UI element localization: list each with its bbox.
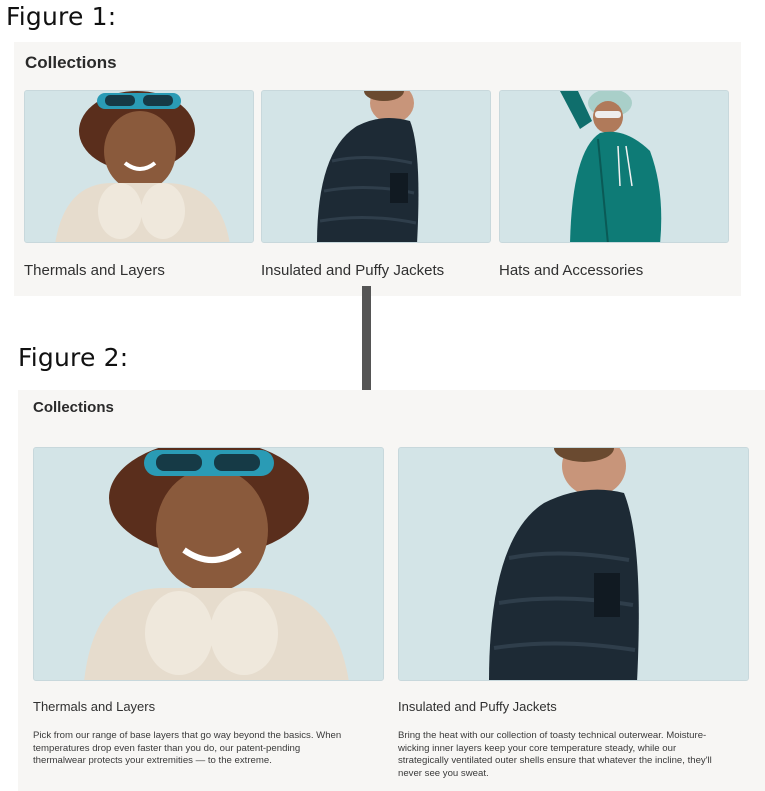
description-line: Bring the heat with our collection of to… bbox=[398, 730, 707, 741]
transition-arrow-shaft bbox=[362, 286, 371, 394]
collection-card-jackets[interactable]: Insulated and Puffy Jackets bbox=[261, 90, 491, 290]
card-description: Pick from our range of base layers that … bbox=[33, 730, 384, 768]
card-title[interactable]: Insulated and Puffy Jackets bbox=[398, 699, 557, 714]
card-title[interactable]: Thermals and Layers bbox=[24, 262, 165, 279]
card-description: Bring the heat with our collection of to… bbox=[398, 730, 749, 780]
collections-panel-figure-1: Collections Thermals and Layers Insulate… bbox=[14, 42, 741, 296]
woman-in-winter-jacket-photo[interactable] bbox=[24, 90, 254, 243]
description-line: Pick from our range of base layers that … bbox=[33, 730, 342, 741]
collection-card-thermals[interactable]: Thermals and Layers bbox=[24, 90, 254, 290]
card-title[interactable]: Insulated and Puffy Jackets bbox=[261, 262, 444, 279]
description-line: never see you sweat. bbox=[398, 767, 489, 779]
collections-panel-figure-2: Collections Thermals and Layers Pick fro… bbox=[18, 390, 765, 791]
figure-1-label: Figure 1: bbox=[6, 2, 117, 31]
card-title[interactable]: Hats and Accessories bbox=[499, 262, 643, 279]
man-in-puffy-jacket-photo[interactable] bbox=[261, 90, 491, 243]
woman-in-teal-raincoat-photo[interactable] bbox=[499, 90, 729, 243]
description-line: thermalwear protects your extremities — … bbox=[33, 755, 272, 766]
collections-heading: Collections bbox=[33, 399, 114, 416]
collection-card-hats[interactable]: Hats and Accessories bbox=[499, 90, 729, 290]
collection-card-thermals[interactable]: Thermals and Layers Pick from our range … bbox=[33, 447, 384, 791]
card-title[interactable]: Thermals and Layers bbox=[33, 699, 155, 714]
description-line: wicking inner layers keep your core temp… bbox=[398, 742, 677, 754]
collections-heading: Collections bbox=[25, 53, 117, 72]
description-line: temperatures drop even faster than you d… bbox=[33, 742, 301, 754]
man-in-puffy-jacket-photo[interactable] bbox=[398, 447, 749, 681]
woman-in-winter-jacket-photo[interactable] bbox=[33, 447, 384, 681]
collection-card-jackets[interactable]: Insulated and Puffy Jackets Bring the he… bbox=[398, 447, 749, 791]
description-line: strategically ventilated outer shells en… bbox=[398, 755, 712, 766]
figure-2-label: Figure 2: bbox=[18, 343, 129, 372]
